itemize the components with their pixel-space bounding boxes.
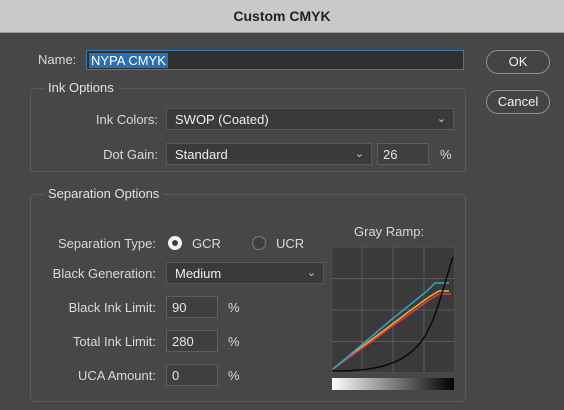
ok-button[interactable]: OK	[486, 50, 550, 74]
black-ink-limit-input[interactable]: 90	[166, 296, 218, 318]
ink-colors-select[interactable]: SWOP (Coated) ⌄	[166, 108, 454, 130]
uca-amount-input[interactable]: 0	[166, 364, 218, 386]
uca-amount-label: UCA Amount:	[77, 368, 156, 383]
title-bar[interactable]: Custom CMYK	[0, 0, 564, 33]
total-ink-limit-label: Total Ink Limit:	[72, 334, 156, 349]
ucr-radio-label: UCR	[276, 236, 305, 251]
ink-colors-value: SWOP (Coated)	[175, 112, 269, 127]
black-ink-limit-unit: %	[228, 300, 240, 315]
gcr-radio-label: GCR	[192, 236, 221, 251]
name-input-value: NYPA CMYK	[89, 53, 168, 68]
gcr-radio[interactable]	[168, 236, 182, 250]
black-generation-label: Black Generation:	[52, 266, 156, 281]
dot-gain-unit: %	[440, 147, 452, 162]
total-ink-limit-input[interactable]: 280	[166, 330, 218, 352]
chevron-down-icon: ⌄	[354, 148, 364, 160]
dot-gain-input[interactable]: 26	[377, 143, 429, 165]
name-input[interactable]: NYPA CMYK	[86, 50, 464, 70]
gray-ramp-gradient-bar	[332, 378, 454, 390]
black-ink-limit-label: Black Ink Limit:	[68, 300, 156, 315]
ink-options-title: Ink Options	[44, 80, 118, 95]
name-label: Name:	[38, 52, 77, 67]
dot-gain-label: Dot Gain:	[103, 147, 158, 162]
chevron-down-icon: ⌄	[306, 267, 316, 279]
black-generation-select[interactable]: Medium ⌄	[166, 262, 324, 284]
custom-cmyk-dialog: Custom CMYK Name: NYPA CMYK OK Cancel In…	[0, 0, 564, 410]
total-ink-limit-unit: %	[228, 334, 240, 349]
ink-colors-label: Ink Colors:	[95, 112, 158, 127]
chevron-down-icon: ⌄	[436, 113, 446, 125]
gray-ramp-graph	[331, 247, 455, 373]
window-title: Custom CMYK	[233, 8, 331, 24]
cancel-button[interactable]: Cancel	[486, 90, 550, 114]
black-generation-value: Medium	[175, 266, 222, 281]
dot-gain-mode-select[interactable]: Standard ⌄	[166, 143, 372, 165]
separation-options-title: Separation Options	[44, 186, 164, 201]
ucr-radio[interactable]	[252, 236, 266, 250]
separation-type-label: Separation Type:	[57, 236, 156, 251]
gray-ramp-label: Gray Ramp:	[354, 224, 425, 239]
uca-amount-unit: %	[228, 368, 240, 383]
dot-gain-mode-value: Standard	[175, 147, 228, 162]
